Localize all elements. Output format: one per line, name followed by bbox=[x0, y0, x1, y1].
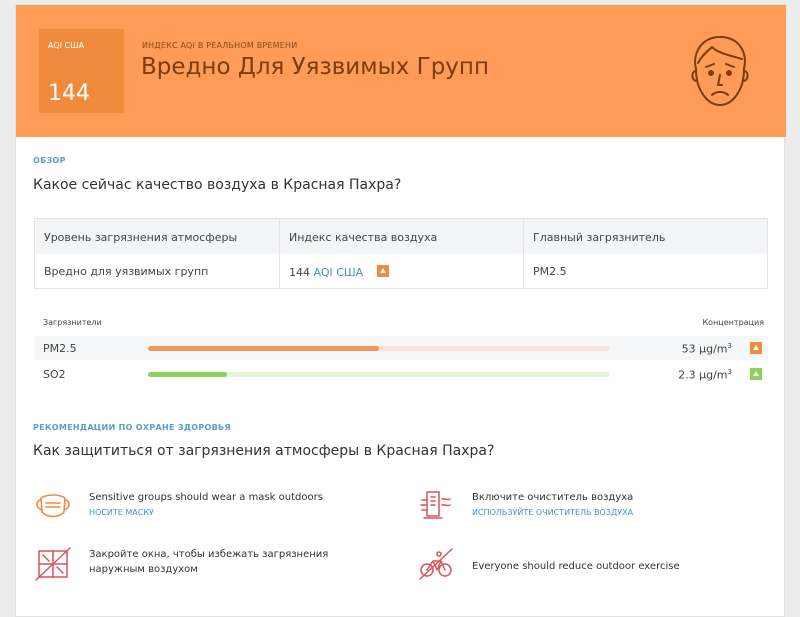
pollutant-name: SO2 bbox=[43, 368, 66, 381]
air-purifier-icon bbox=[420, 491, 451, 519]
wear-mask-link[interactable]: Носите маску bbox=[89, 508, 154, 517]
recommendation-exercise: Everyone should reduce outdoor exercise bbox=[416, 543, 756, 587]
overview-section-label: Обзор bbox=[33, 156, 66, 165]
pollutant-value: 53 μg/m3 bbox=[682, 342, 732, 356]
header-subtitle: Индекс AQI в реальном времени bbox=[142, 41, 298, 50]
use-purifier-link[interactable]: Используйте очиститель воздуха bbox=[472, 508, 633, 517]
pollutant-name: PM2.5 bbox=[43, 342, 77, 355]
pollutant-value-number: 2.3 bbox=[678, 368, 696, 382]
pollutant-row-pm25: PM2.5 53 μg/m3 bbox=[34, 336, 768, 360]
no-cycling-icon bbox=[419, 548, 453, 580]
health-question: Как защититься от загрязнения атмосферы … bbox=[33, 443, 495, 459]
recommendation-text: Sensitive groups should wear a mask outd… bbox=[89, 492, 323, 503]
table-divider bbox=[523, 219, 524, 289]
header-title: Вредно Для Уязвимых Групп bbox=[141, 54, 489, 80]
recommendation-windows: Закройте окна, чтобы избежать загрязнени… bbox=[33, 543, 393, 587]
pollutant-unit-sup: 3 bbox=[727, 342, 732, 350]
window-closed-icon bbox=[35, 547, 71, 581]
table-header-pollutant: Главный загрязнитель bbox=[533, 231, 666, 244]
aqi-badge: AQI США 144 bbox=[39, 29, 124, 113]
sad-face-icon bbox=[691, 36, 749, 106]
recommendation-mask: Sensitive groups should wear a mask outd… bbox=[33, 486, 373, 530]
trend-up-icon bbox=[750, 368, 762, 380]
pollutant-bar-track bbox=[148, 372, 610, 377]
table-main-pollutant: PM2.5 bbox=[533, 265, 567, 278]
concentration-header: Концентрация bbox=[702, 318, 765, 327]
pollutant-bar-fill bbox=[148, 346, 379, 351]
trend-up-icon bbox=[376, 265, 389, 277]
aqi-us-link[interactable]: AQI США bbox=[314, 266, 364, 279]
table-aqi-value: 144 AQI США bbox=[289, 265, 389, 279]
aqi-badge-label: AQI США bbox=[48, 41, 85, 50]
pollutants-header: Загрязнители bbox=[43, 318, 102, 327]
overview-question: Какое сейчас качество воздуха в Красная … bbox=[33, 177, 402, 193]
health-section-label: Рекомендации по охране здоровья bbox=[33, 423, 231, 432]
recommendation-text: Закройте окна, чтобы избежать загрязнени… bbox=[89, 549, 329, 575]
pollutant-unit-sup: 3 bbox=[727, 368, 732, 376]
pollutant-row-so2: SO2 2.3 μg/m3 bbox=[34, 362, 768, 386]
pollutant-value-number: 53 bbox=[681, 342, 696, 356]
trend-up-icon bbox=[750, 342, 762, 354]
recommendation-text: Everyone should reduce outdoor exercise bbox=[472, 561, 680, 572]
pollutant-unit: μg/m bbox=[699, 342, 728, 356]
mask-icon bbox=[36, 494, 70, 518]
recommendation-text: Включите очиститель воздуха bbox=[472, 492, 634, 503]
aqi-header: AQI США 144 Индекс AQI в реальном времен… bbox=[16, 5, 786, 137]
aqi-card: AQI США 144 Индекс AQI в реальном времен… bbox=[15, 4, 786, 617]
pollutant-bar-track bbox=[148, 346, 610, 351]
overview-table: Уровень загрязнения атмосферы Индекс кач… bbox=[34, 218, 768, 289]
table-header-aqi: Индекс качества воздуха bbox=[289, 231, 438, 244]
pollutant-value: 2.3 μg/m3 bbox=[678, 368, 732, 382]
aqi-badge-value: 144 bbox=[48, 81, 90, 106]
pollutant-bar-fill bbox=[148, 372, 227, 377]
table-header-level: Уровень загрязнения атмосферы bbox=[44, 231, 238, 244]
table-divider bbox=[279, 219, 280, 289]
table-aqi-number: 144 bbox=[289, 266, 310, 279]
recommendation-purifier: Включите очиститель воздуха Используйте … bbox=[416, 486, 756, 530]
table-level-value: Вредно для уязвимых групп bbox=[44, 265, 209, 278]
pollutant-unit: μg/m bbox=[699, 368, 728, 382]
